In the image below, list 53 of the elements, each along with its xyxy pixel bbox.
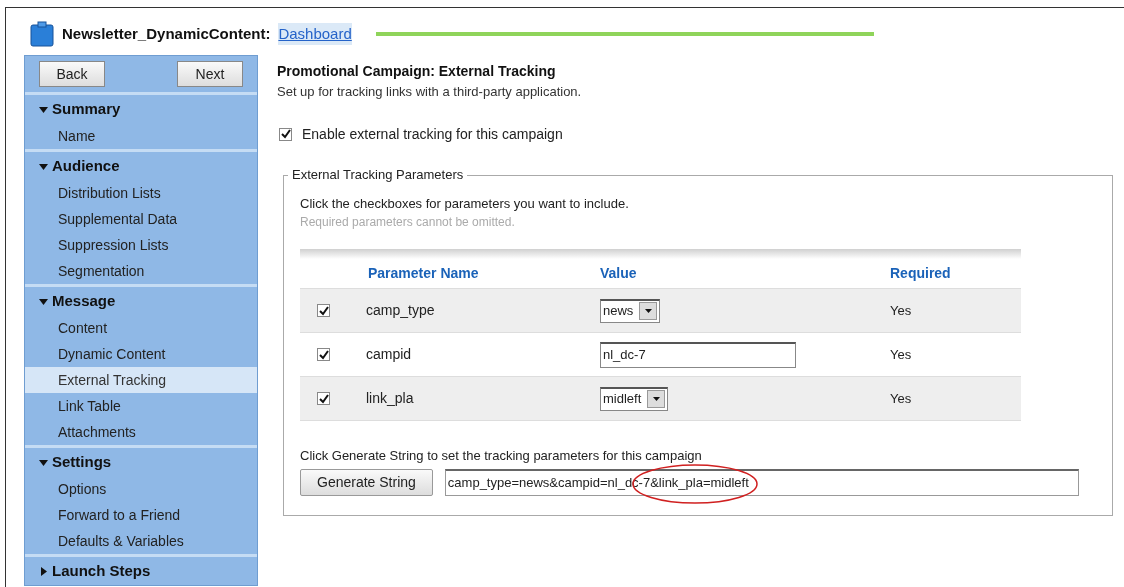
caret-icon[interactable] bbox=[652, 397, 660, 401]
page-heading: Promotional Campaign: External Tracking bbox=[277, 62, 557, 81]
sidebar-item[interactable]: Name bbox=[25, 123, 257, 149]
expanded-arrow-icon[interactable] bbox=[39, 296, 48, 306]
page-subtitle: Set up for tracking links with a third-party application. bbox=[277, 83, 583, 101]
value-dropdown[interactable]: news bbox=[600, 298, 661, 323]
generate-hint: Click Generate String to set the tracking parameters for this campaign bbox=[300, 447, 703, 465]
sidebar-group-header[interactable]: Message bbox=[52, 289, 116, 313]
sidebar-item[interactable]: Options bbox=[25, 476, 257, 502]
required-value: Yes bbox=[890, 345, 913, 364]
column-header: Required bbox=[890, 264, 952, 283]
value-field[interactable]: nl_dc-7 bbox=[600, 341, 796, 368]
clipboard-icon bbox=[30, 21, 54, 47]
sidebar-item[interactable]: Dynamic Content bbox=[25, 341, 257, 367]
checkbox[interactable] bbox=[317, 348, 330, 361]
checkbox-label: Enable external tracking for this campaign bbox=[302, 124, 563, 144]
checkbox[interactable] bbox=[317, 304, 330, 317]
instructions-text: Click the checkboxes for parameters you want to include. bbox=[300, 194, 630, 213]
expanded-arrow-icon[interactable] bbox=[39, 161, 48, 171]
caret-icon[interactable] bbox=[644, 309, 652, 313]
sidebar-item[interactable]: Suppression Lists bbox=[25, 232, 257, 258]
sidebar-item[interactable]: Supplemental Data bbox=[25, 206, 257, 232]
required-value: Yes bbox=[890, 301, 913, 320]
dashboard-link[interactable]: Dashboard bbox=[278, 22, 352, 46]
parameter-name: link_pla bbox=[366, 389, 414, 408]
parameter-name: campid bbox=[366, 345, 412, 364]
sidebar-item[interactable]: Forward to a Friend bbox=[25, 502, 257, 528]
parameter-name: camp_type bbox=[366, 301, 435, 320]
sidebar-item[interactable]: Distribution Lists bbox=[25, 180, 257, 206]
expanded-arrow-icon[interactable] bbox=[39, 104, 48, 114]
value-dropdown[interactable]: midleft bbox=[600, 386, 669, 411]
sidebar-item[interactable]: Content bbox=[25, 315, 257, 341]
sidebar-group-header[interactable]: Launch Steps bbox=[52, 559, 151, 583]
sidebar-group-header[interactable]: Summary bbox=[52, 97, 121, 121]
column-header: Value bbox=[600, 264, 638, 283]
note-text: Required parameters cannot be omitted. bbox=[300, 214, 516, 231]
checkbox[interactable] bbox=[317, 392, 330, 405]
sidebar-item[interactable]: Link Table bbox=[25, 393, 257, 419]
page-title: Newsletter_DynamicContent: bbox=[62, 23, 271, 44]
sidebar-group-header[interactable]: Settings bbox=[52, 450, 112, 474]
expanded-arrow-icon[interactable] bbox=[39, 457, 48, 467]
nav-button[interactable]: Back bbox=[39, 61, 105, 87]
sidebar-item[interactable]: Attachments bbox=[25, 419, 257, 445]
sidebar-item[interactable]: Segmentation bbox=[25, 258, 257, 284]
sidebar-item[interactable]: External Tracking bbox=[25, 367, 257, 393]
generate-string-button[interactable]: Generate String bbox=[300, 468, 433, 496]
nav-button[interactable]: Next bbox=[177, 61, 243, 87]
required-value: Yes bbox=[890, 389, 913, 408]
column-header: Parameter Name bbox=[367, 264, 480, 283]
sidebar-item[interactable]: Defaults & Variables bbox=[25, 528, 257, 554]
checkbox[interactable] bbox=[279, 127, 292, 141]
sidebar-group-header[interactable]: Audience bbox=[52, 154, 120, 178]
collapsed-arrow-icon[interactable] bbox=[39, 566, 48, 576]
